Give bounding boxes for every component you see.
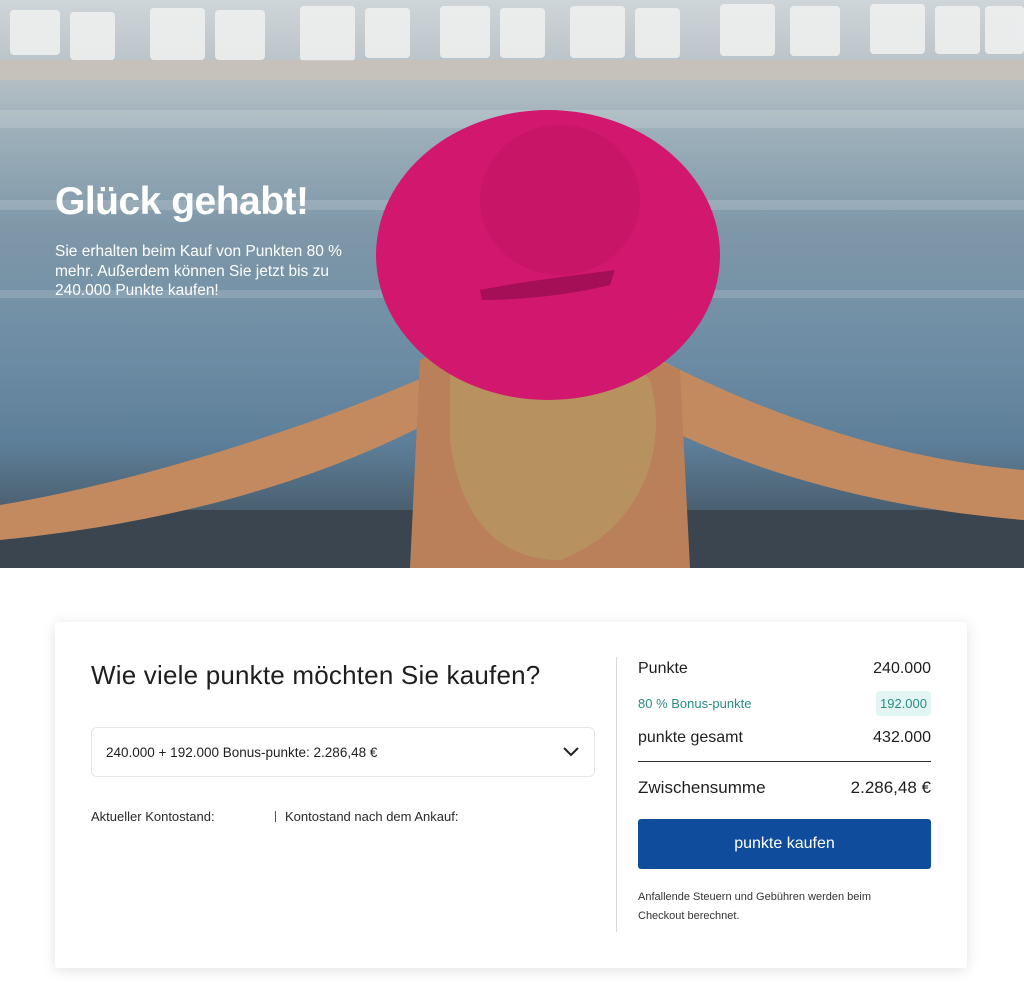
- purchase-form: Wie viele punkte möchten Sie kaufen? 240…: [91, 660, 595, 824]
- bonus-label: 80 % Bonus-punkte: [638, 696, 752, 711]
- bonus-row: 80 % Bonus-punkte 192.000: [638, 691, 931, 716]
- after-balance-label: Kontostand nach dem Ankauf:: [285, 809, 459, 824]
- total-value: 432.000: [873, 729, 931, 746]
- hero-title: Glück gehabt!: [55, 180, 309, 223]
- bonus-badge: 192.000: [876, 691, 931, 716]
- purchase-card: Wie viele punkte möchten Sie kaufen? 240…: [55, 622, 967, 968]
- vertical-divider: [616, 657, 617, 932]
- subtotal-value: 2.286,48 €: [850, 778, 931, 797]
- balance-separator: [275, 811, 276, 822]
- balance-info: Aktueller Kontostand: Kontostand nach de…: [91, 809, 458, 824]
- points-label: Punkte: [638, 660, 688, 677]
- current-balance-label: Aktueller Kontostand:: [91, 809, 215, 824]
- hero-subtitle: Sie erhalten beim Kauf von Punkten 80 % …: [55, 243, 342, 299]
- total-label: punkte gesamt: [638, 729, 743, 746]
- points-row: Punkte 240.000: [638, 660, 931, 678]
- summary-divider: [638, 761, 931, 762]
- chevron-down-icon: [563, 747, 579, 757]
- points-package-select[interactable]: 240.000 + 192.000 Bonus-punkte: 2.286,48…: [91, 727, 595, 777]
- points-value: 240.000: [873, 660, 931, 677]
- points-package-value: 240.000 + 192.000 Bonus-punkte: 2.286,48…: [106, 744, 378, 760]
- order-summary: Punkte 240.000 80 % Bonus-punkte 192.000…: [638, 660, 931, 926]
- hero-banner: Glück gehabt! Sie erhalten beim Kauf von…: [0, 0, 1024, 568]
- subtotal-row: Zwischensumme 2.286,48 €: [638, 778, 931, 798]
- purchase-question: Wie viele punkte möchten Sie kaufen?: [91, 660, 541, 690]
- tax-note: Anfallende Steuern und Gebühren werden b…: [638, 891, 871, 922]
- total-row: punkte gesamt 432.000: [638, 729, 931, 747]
- buy-points-button[interactable]: punkte kaufen: [638, 819, 931, 869]
- subtotal-label: Zwischensumme: [638, 778, 766, 797]
